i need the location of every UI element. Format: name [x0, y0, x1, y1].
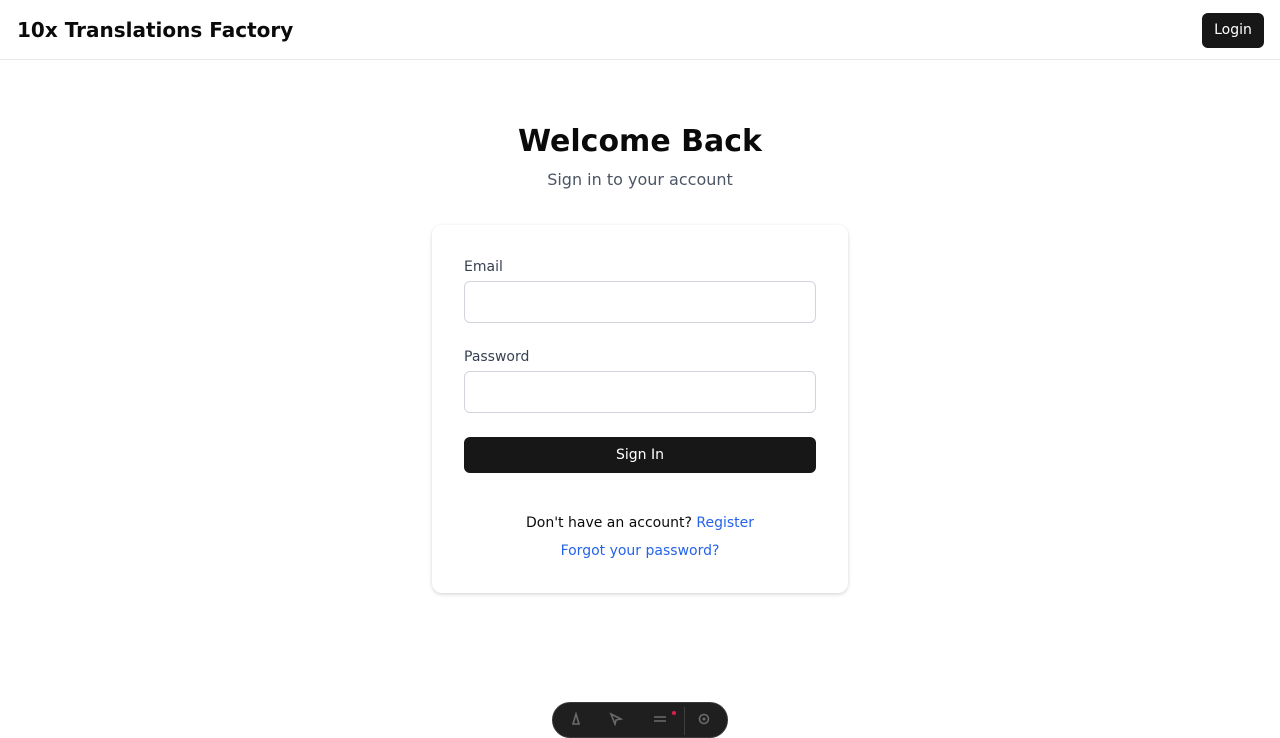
register-link[interactable]: Register	[696, 515, 754, 531]
no-account-text: Don't have an account?	[525, 515, 692, 531]
settings-icon[interactable]	[697, 711, 711, 725]
audit-icon[interactable]	[653, 711, 667, 725]
password-label: Password	[464, 349, 530, 365]
page-title: Welcome Back	[518, 124, 762, 159]
forgot-prompt: Forgot your password?	[432, 542, 848, 560]
inspect-icon[interactable]	[609, 711, 624, 727]
astro-icon[interactable]	[569, 711, 583, 725]
register-prompt: Don't have an account? Register	[432, 514, 848, 532]
password-field[interactable]	[464, 371, 816, 413]
page-subtitle: Sign in to your account	[547, 170, 733, 189]
forgot-password-link[interactable]: Forgot your password?	[561, 543, 720, 559]
email-label: Email	[464, 259, 503, 275]
dev-toolbar[interactable]	[552, 702, 728, 738]
email-field[interactable]	[464, 281, 816, 323]
notification-dot	[672, 711, 676, 715]
site-header: 10x Translations Factory Login	[0, 0, 1280, 60]
toolbar-divider	[684, 707, 685, 735]
login-card: Email Password Sign In Don't have an acc…	[432, 225, 848, 593]
brand-title[interactable]: 10x Translations Factory	[17, 17, 293, 43]
login-button[interactable]: Login	[1202, 13, 1264, 48]
sign-in-button[interactable]: Sign In	[464, 437, 816, 473]
